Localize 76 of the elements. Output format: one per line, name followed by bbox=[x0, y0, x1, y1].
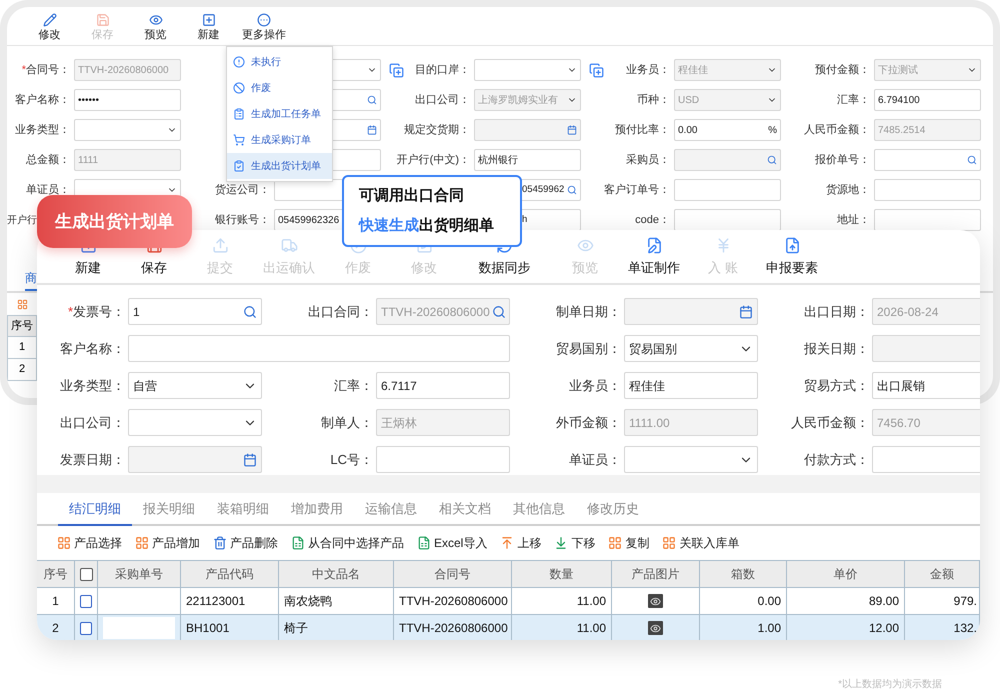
field-label: 合同号： bbox=[26, 62, 70, 78]
table-cell-text: 1.00 bbox=[758, 620, 781, 637]
footnote: *以上数据均为演示数据 bbox=[838, 678, 942, 692]
table-cell-text: 221123001 bbox=[186, 593, 246, 610]
percent-sign: % bbox=[768, 124, 777, 138]
field-label: 报价单号： bbox=[815, 152, 870, 168]
table-cell-text: 12.00 bbox=[868, 620, 899, 637]
table-cell-text: 0.00 bbox=[758, 593, 781, 610]
column-header: 产品图片 bbox=[632, 566, 680, 583]
field-label: 付款方式： bbox=[804, 450, 869, 469]
table-cell-text: TTVH-20260806000 bbox=[399, 593, 508, 610]
field-label: 客户名称： bbox=[60, 340, 125, 358]
field-label: 业务员： bbox=[569, 376, 621, 395]
column-header: 金额 bbox=[930, 566, 954, 583]
table-cell-text: 979. bbox=[954, 593, 977, 610]
field-label: 银行账号： bbox=[215, 212, 270, 228]
column-header: 产品代码 bbox=[206, 566, 254, 583]
required-mark: * bbox=[68, 302, 73, 321]
field-label: 贸易国别： bbox=[556, 340, 621, 358]
column-header: 中文品名 bbox=[312, 566, 360, 583]
column-header: 单价 bbox=[834, 566, 858, 583]
table-cell-text: TTVH-20260806000 bbox=[399, 620, 508, 637]
field-label: 出口公司： bbox=[60, 414, 125, 432]
field-label: 出口日期： bbox=[804, 302, 869, 321]
table-header: 序号 bbox=[7, 315, 37, 337]
column-header: 箱数 bbox=[731, 566, 755, 583]
table-cell-text: 11.00 bbox=[576, 593, 606, 610]
field-label: 制单人： bbox=[321, 414, 373, 432]
field-label: 单证员： bbox=[569, 450, 621, 469]
field-label: 规定交货期： bbox=[404, 122, 470, 138]
field-label: 币种： bbox=[637, 92, 670, 108]
field-label: 业务类型： bbox=[15, 122, 70, 138]
field-label: code： bbox=[635, 212, 670, 228]
field-label: 汇率： bbox=[334, 376, 373, 395]
field-label: 业务员： bbox=[626, 62, 670, 78]
table-cell-text: BH1001 bbox=[186, 620, 230, 637]
field-label: 客户名称： bbox=[15, 92, 70, 108]
field-label: 报关日期： bbox=[804, 340, 869, 358]
field-label: 采购员： bbox=[626, 152, 670, 168]
column-header: 序号 bbox=[44, 566, 68, 583]
field-label: 贸易方式： bbox=[804, 376, 869, 395]
field-label: 地址： bbox=[837, 212, 870, 228]
field-label: 出口合同： bbox=[308, 302, 373, 321]
field-label: 开户行 bbox=[7, 214, 37, 228]
field-label: 业务类型： bbox=[60, 376, 125, 395]
field-label: 汇率： bbox=[837, 92, 870, 108]
field-label: 货源地： bbox=[826, 182, 870, 198]
table-cell-text: 1 bbox=[52, 593, 59, 610]
field-label: 外币金额： bbox=[556, 414, 621, 432]
table-cell-text: 2 bbox=[52, 620, 59, 637]
field-label: 制单日期： bbox=[556, 302, 621, 321]
callout-text: 可调用出口合同 bbox=[359, 186, 465, 206]
table-cell-text: 89.00 bbox=[868, 593, 899, 610]
field-label: 货运公司： bbox=[215, 182, 270, 198]
field-label: 开户行(中文)： bbox=[396, 152, 470, 168]
field-label: 预付比率： bbox=[615, 122, 670, 138]
field-label: LC号： bbox=[330, 450, 373, 469]
field-label: 发票日期： bbox=[60, 450, 125, 469]
field-label: 单证员： bbox=[26, 182, 70, 198]
table-cell-text: 132. bbox=[954, 620, 977, 637]
field-label: 出口公司： bbox=[415, 92, 470, 108]
field-label: 人民币金额： bbox=[791, 414, 869, 432]
table-cell-text: 椅子 bbox=[284, 620, 308, 637]
column-header: 采购单号 bbox=[115, 566, 163, 583]
column-header: 数量 bbox=[550, 566, 574, 583]
field-label: 目的口岸： bbox=[415, 62, 470, 78]
field-label: 发票号： bbox=[73, 302, 125, 321]
field-label: 客户订单号： bbox=[604, 182, 670, 198]
table-cell-text: 南农烧鸭 bbox=[284, 593, 332, 610]
field-label: 预付金额： bbox=[815, 62, 870, 78]
column-header: 合同号 bbox=[434, 566, 470, 583]
feature-tooltip: 生成出货计划单 bbox=[37, 195, 192, 248]
table-cell-text: 11.00 bbox=[576, 620, 606, 637]
required-mark: * bbox=[22, 62, 26, 78]
field-label: 人民币金额： bbox=[804, 122, 870, 138]
field-label: 总金额： bbox=[26, 152, 70, 168]
